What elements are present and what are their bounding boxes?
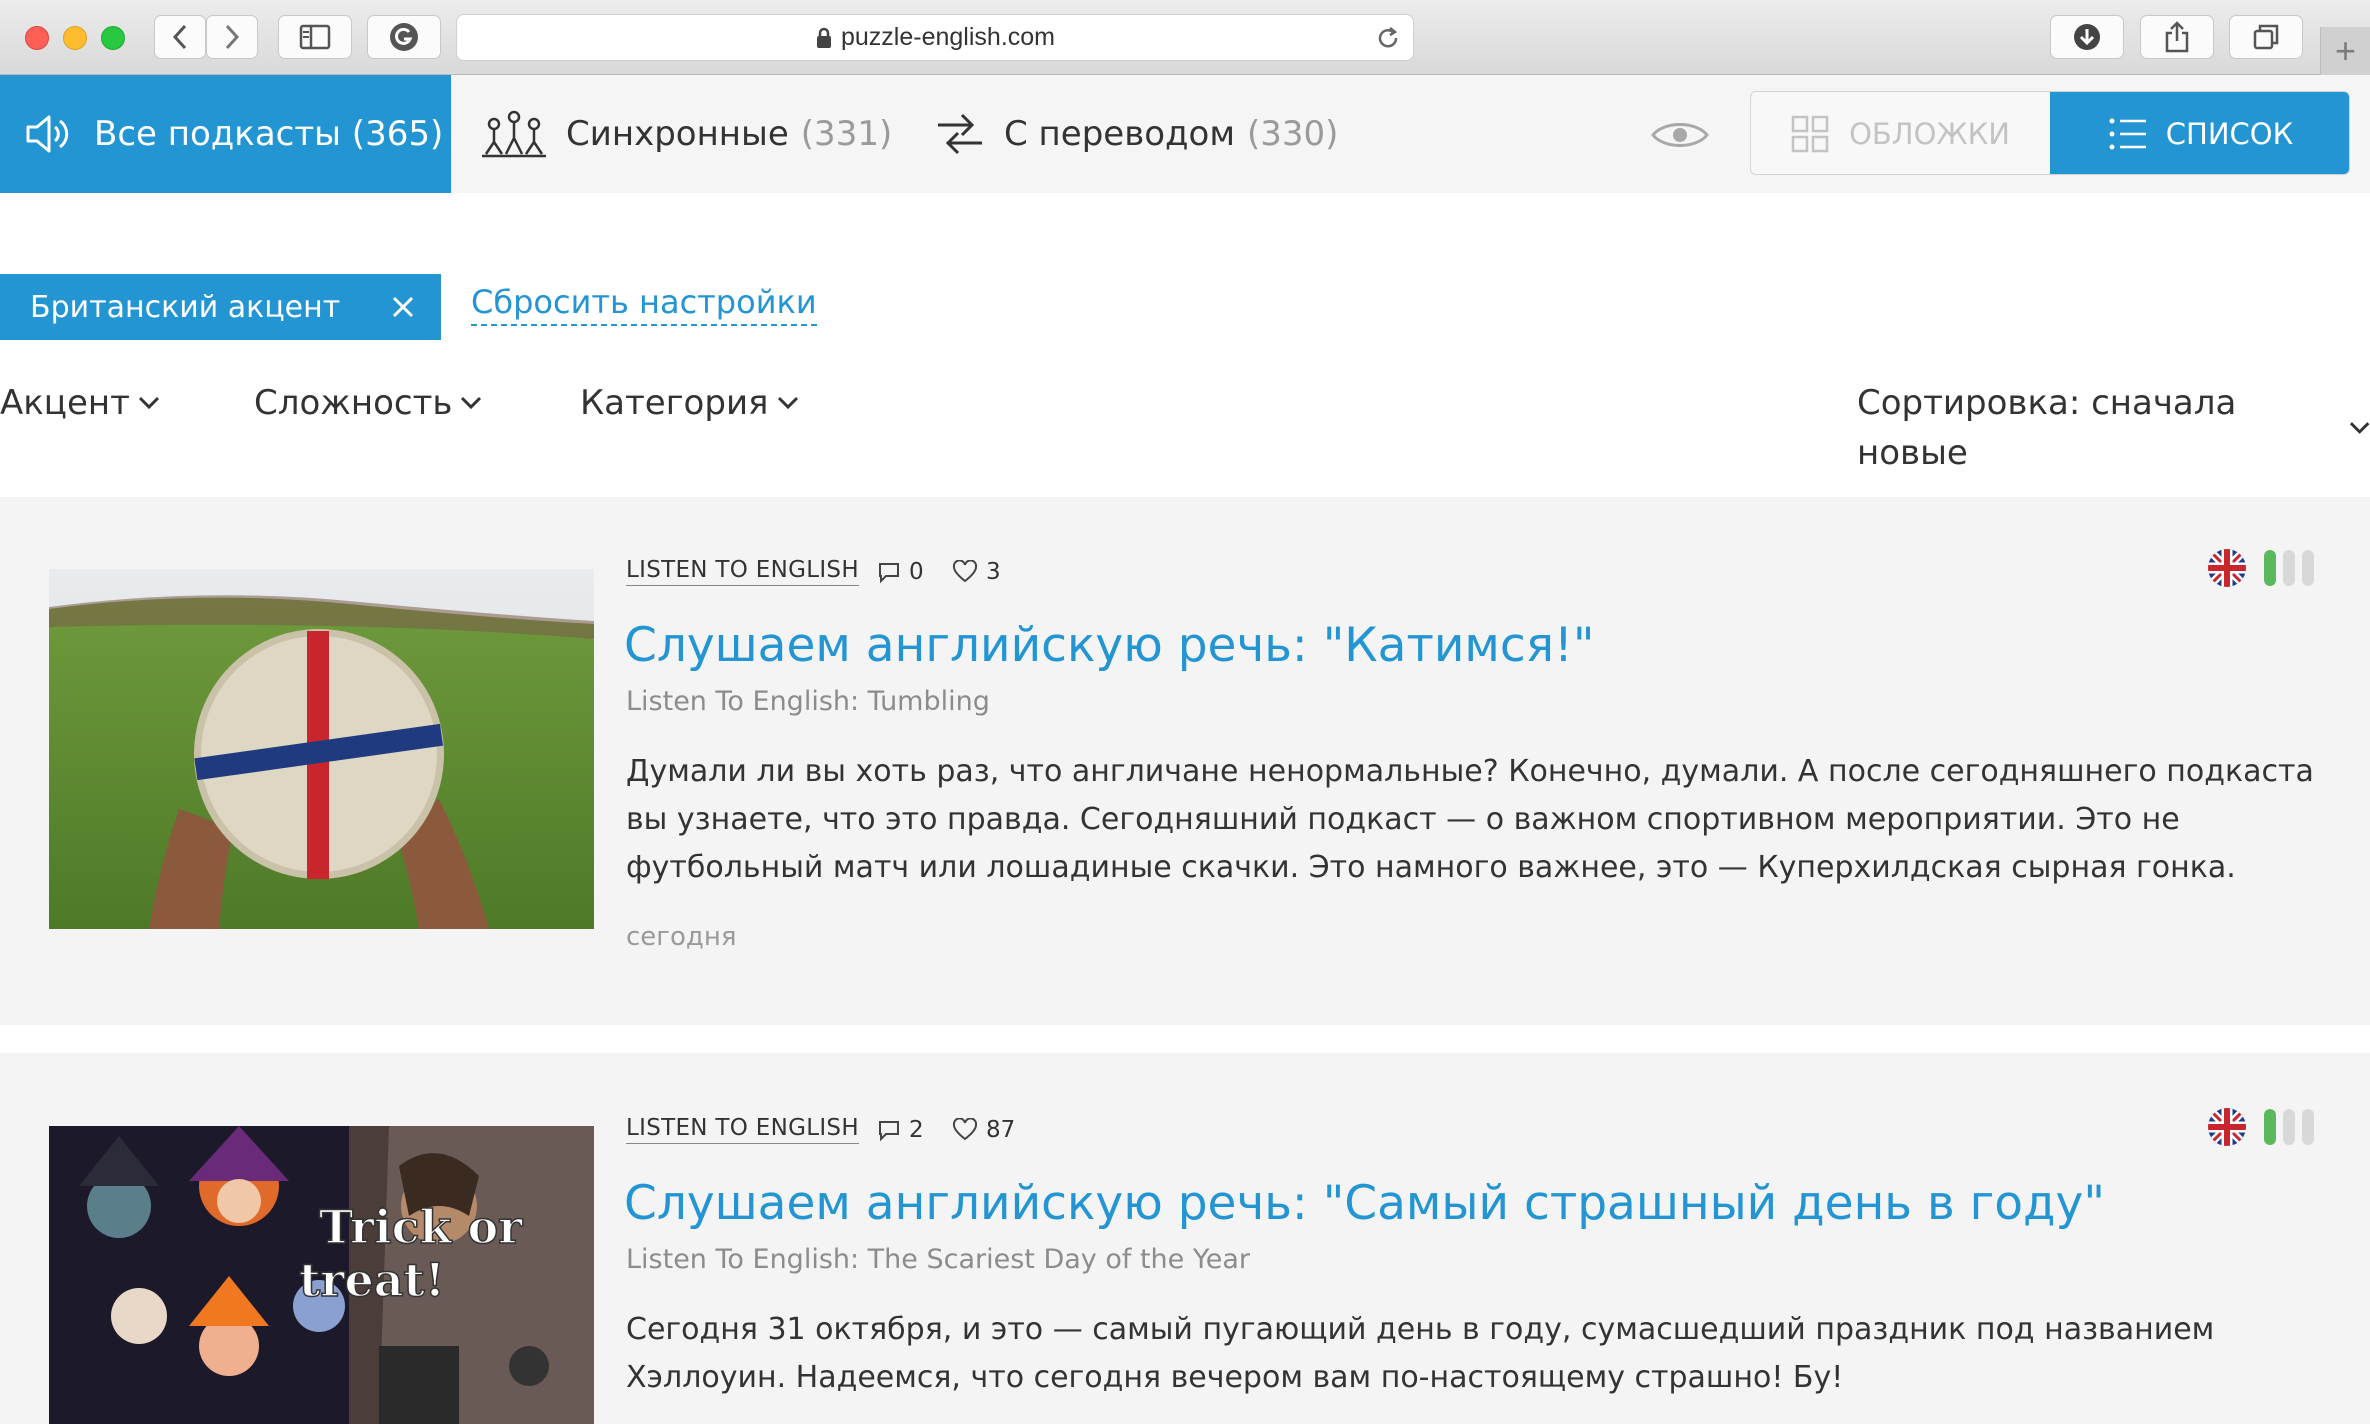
reload-icon[interactable]: [1375, 25, 1401, 51]
eye-icon[interactable]: [1650, 117, 1710, 153]
image-caption-line: treat!: [299, 1253, 445, 1307]
cheese-wheel-image: [49, 569, 594, 929]
tab-label: Синхронные: [566, 114, 789, 154]
comments-value: 2: [909, 1117, 924, 1143]
likes-value: 87: [986, 1117, 1016, 1143]
difficulty-bar: [2283, 550, 2295, 586]
download-icon: [2074, 24, 2100, 50]
reset-settings-link[interactable]: Сбросить настройки: [471, 282, 817, 326]
list-label: СПИСОК: [2165, 117, 2294, 151]
view-toggle: ОБЛОЖКИ СПИСОК: [1750, 91, 2350, 175]
sidebar-button[interactable]: [278, 15, 352, 59]
comments-count[interactable]: 2: [877, 1117, 924, 1143]
category-link[interactable]: LISTEN TO ENGLISH: [626, 555, 859, 586]
dropdown-label: Категория: [580, 383, 769, 423]
image-caption-line: Trick or: [319, 1200, 523, 1254]
back-button[interactable]: [154, 15, 206, 59]
podcast-subtitle: Listen To English: The Scariest Day of t…: [626, 1244, 1251, 1275]
uk-flag-icon: [2208, 1108, 2246, 1146]
dropdown-label: Сортировка: сначала новые: [1857, 383, 2237, 473]
sidebar-icon: [299, 24, 331, 50]
dropdown-label: Акцент: [0, 383, 130, 423]
difficulty-bar: [2283, 1109, 2295, 1145]
podcast-title[interactable]: Слушаем английскую речь: "Катимся!": [624, 618, 1594, 673]
close-icon[interactable]: [391, 295, 415, 319]
comment-icon: [879, 1121, 899, 1142]
halloween-image: Trick or treat!: [49, 1126, 594, 1424]
grammarly-icon: [390, 23, 418, 51]
card-divider: [0, 1025, 2370, 1053]
lock-icon: [817, 27, 831, 48]
likes-count[interactable]: 3: [952, 559, 1001, 585]
tab-label: С переводом: [1004, 114, 1235, 154]
accent-dropdown[interactable]: Акцент: [0, 378, 160, 428]
difficulty-bar: [2264, 1109, 2276, 1145]
covers-label: ОБЛОЖКИ: [1849, 117, 2010, 151]
translate-arrows-icon: [938, 113, 982, 155]
active-filter-chip: Британский акцент: [0, 274, 441, 340]
forward-button[interactable]: [206, 15, 258, 59]
chevron-down-icon: [138, 396, 159, 410]
chevron-right-icon: [225, 24, 240, 50]
synchronous-icon: [482, 110, 546, 158]
uk-flag-icon: [2208, 549, 2246, 587]
difficulty-indicator: [2264, 1109, 2314, 1145]
category-link[interactable]: LISTEN TO ENGLISH: [626, 1113, 859, 1144]
tab-with-translation[interactable]: С переводом (330): [934, 75, 1338, 193]
chip-label: Британский акцент: [30, 289, 341, 325]
url-text: puzzle-english.com: [841, 23, 1055, 51]
close-window-button[interactable]: [25, 26, 49, 50]
covers-view-button[interactable]: ОБЛОЖКИ: [1751, 92, 2050, 174]
podcast-subtitle: Listen To English: Tumbling: [626, 686, 990, 717]
podcast-description: Сегодня 31 октября, и это — самый пугающ…: [626, 1312, 2215, 1395]
category-dropdown[interactable]: Категория: [580, 378, 799, 428]
new-tab-button[interactable]: +: [2320, 27, 2370, 75]
heart-icon: [952, 560, 978, 583]
likes-count[interactable]: 87: [952, 1117, 1015, 1143]
minimize-window-button[interactable]: [63, 26, 87, 50]
list-icon: [2109, 118, 2146, 150]
chevron-down-icon: [777, 396, 798, 410]
tab-count: (331): [800, 114, 893, 154]
browser-toolbar: puzzle-english.com +: [0, 0, 2370, 75]
sort-dropdown[interactable]: Сортировка: сначала новые: [1857, 378, 2370, 478]
tab-label: Все подкасты (365): [94, 114, 444, 154]
heart-icon: [952, 1118, 978, 1141]
podcast-title[interactable]: Слушаем английскую речь: "Самый страшный…: [624, 1176, 2105, 1231]
difficulty-bar: [2302, 1109, 2314, 1145]
tabs-overview-button[interactable]: [2229, 15, 2303, 59]
grammarly-extension-button[interactable]: [367, 15, 441, 59]
likes-value: 3: [986, 559, 1001, 585]
share-icon: [2165, 21, 2189, 53]
difficulty-indicator: [2264, 550, 2314, 586]
dropdown-label: Сложность: [254, 383, 453, 423]
tab-synchronous[interactable]: Синхронные (331): [480, 75, 892, 193]
comment-icon: [879, 563, 899, 584]
chevron-down-icon: [2349, 422, 2370, 434]
podcast-thumbnail[interactable]: Trick or treat!: [49, 1126, 594, 1424]
difficulty-dropdown[interactable]: Сложность: [254, 378, 482, 428]
difficulty-bar: [2264, 550, 2276, 586]
chevron-left-icon: [172, 24, 187, 50]
tab-count: (330): [1247, 114, 1339, 154]
address-bar[interactable]: puzzle-english.com: [456, 14, 1414, 61]
zoom-window-button[interactable]: [101, 26, 125, 50]
speaker-icon: [26, 115, 69, 153]
podcast-thumbnail[interactable]: [49, 569, 594, 929]
tabs-icon: [2253, 24, 2279, 50]
podcast-description: Думали ли вы хоть раз, что англичане нен…: [626, 754, 2314, 885]
difficulty-bar: [2302, 550, 2314, 586]
grid-icon: [1791, 115, 1829, 153]
chevron-down-icon: [461, 396, 482, 410]
downloads-button[interactable]: [2050, 15, 2124, 59]
list-view-button[interactable]: СПИСОК: [2050, 92, 2349, 174]
tab-all-podcasts[interactable]: Все подкасты (365): [0, 75, 451, 193]
comments-count[interactable]: 0: [877, 559, 924, 585]
comments-value: 0: [909, 559, 924, 585]
share-button[interactable]: [2140, 15, 2214, 59]
podcast-tabs: Все подкасты (365) Синхронные (331) С пе…: [0, 75, 2370, 193]
podcast-date: сегодня: [626, 922, 737, 952]
